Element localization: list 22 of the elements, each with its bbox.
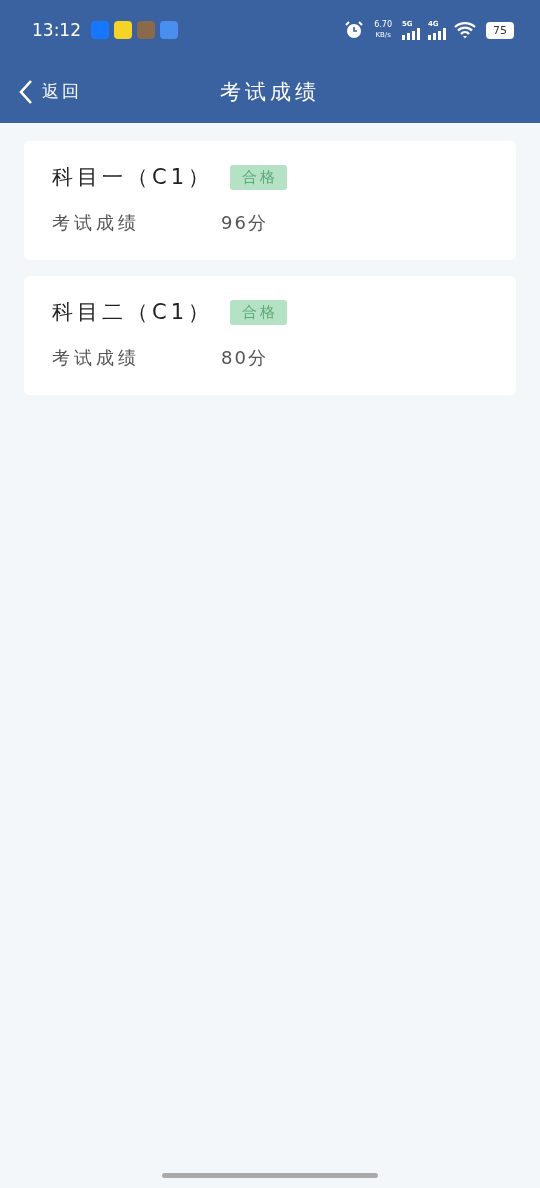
- status-time: 13:12: [32, 20, 81, 40]
- app-icon: [137, 21, 155, 39]
- app-icon: [160, 21, 178, 39]
- app-icon: [91, 21, 109, 39]
- result-badge: 合格: [230, 164, 287, 190]
- back-icon: [18, 78, 34, 105]
- subject-title: 科目二（C1）: [52, 299, 215, 326]
- back-button[interactable]: 返回: [0, 78, 82, 105]
- alarm-clock-icon: [344, 20, 365, 40]
- result-badge: 合格: [230, 299, 287, 325]
- score-value: 80分: [221, 346, 268, 370]
- app-icon: [114, 21, 132, 39]
- signal-icon: [428, 28, 448, 40]
- wifi-icon: [454, 21, 476, 39]
- subject-title: 科目一（C1）: [52, 164, 215, 191]
- signal-icon: [402, 28, 422, 40]
- battery-icon: 75: [486, 21, 514, 39]
- page-title: 考试成绩: [220, 78, 320, 106]
- network-speed: 6.70: [374, 20, 392, 30]
- score-label: 考试成绩: [52, 346, 141, 370]
- score-value: 96分: [221, 211, 268, 235]
- score-label: 考试成绩: [52, 211, 141, 235]
